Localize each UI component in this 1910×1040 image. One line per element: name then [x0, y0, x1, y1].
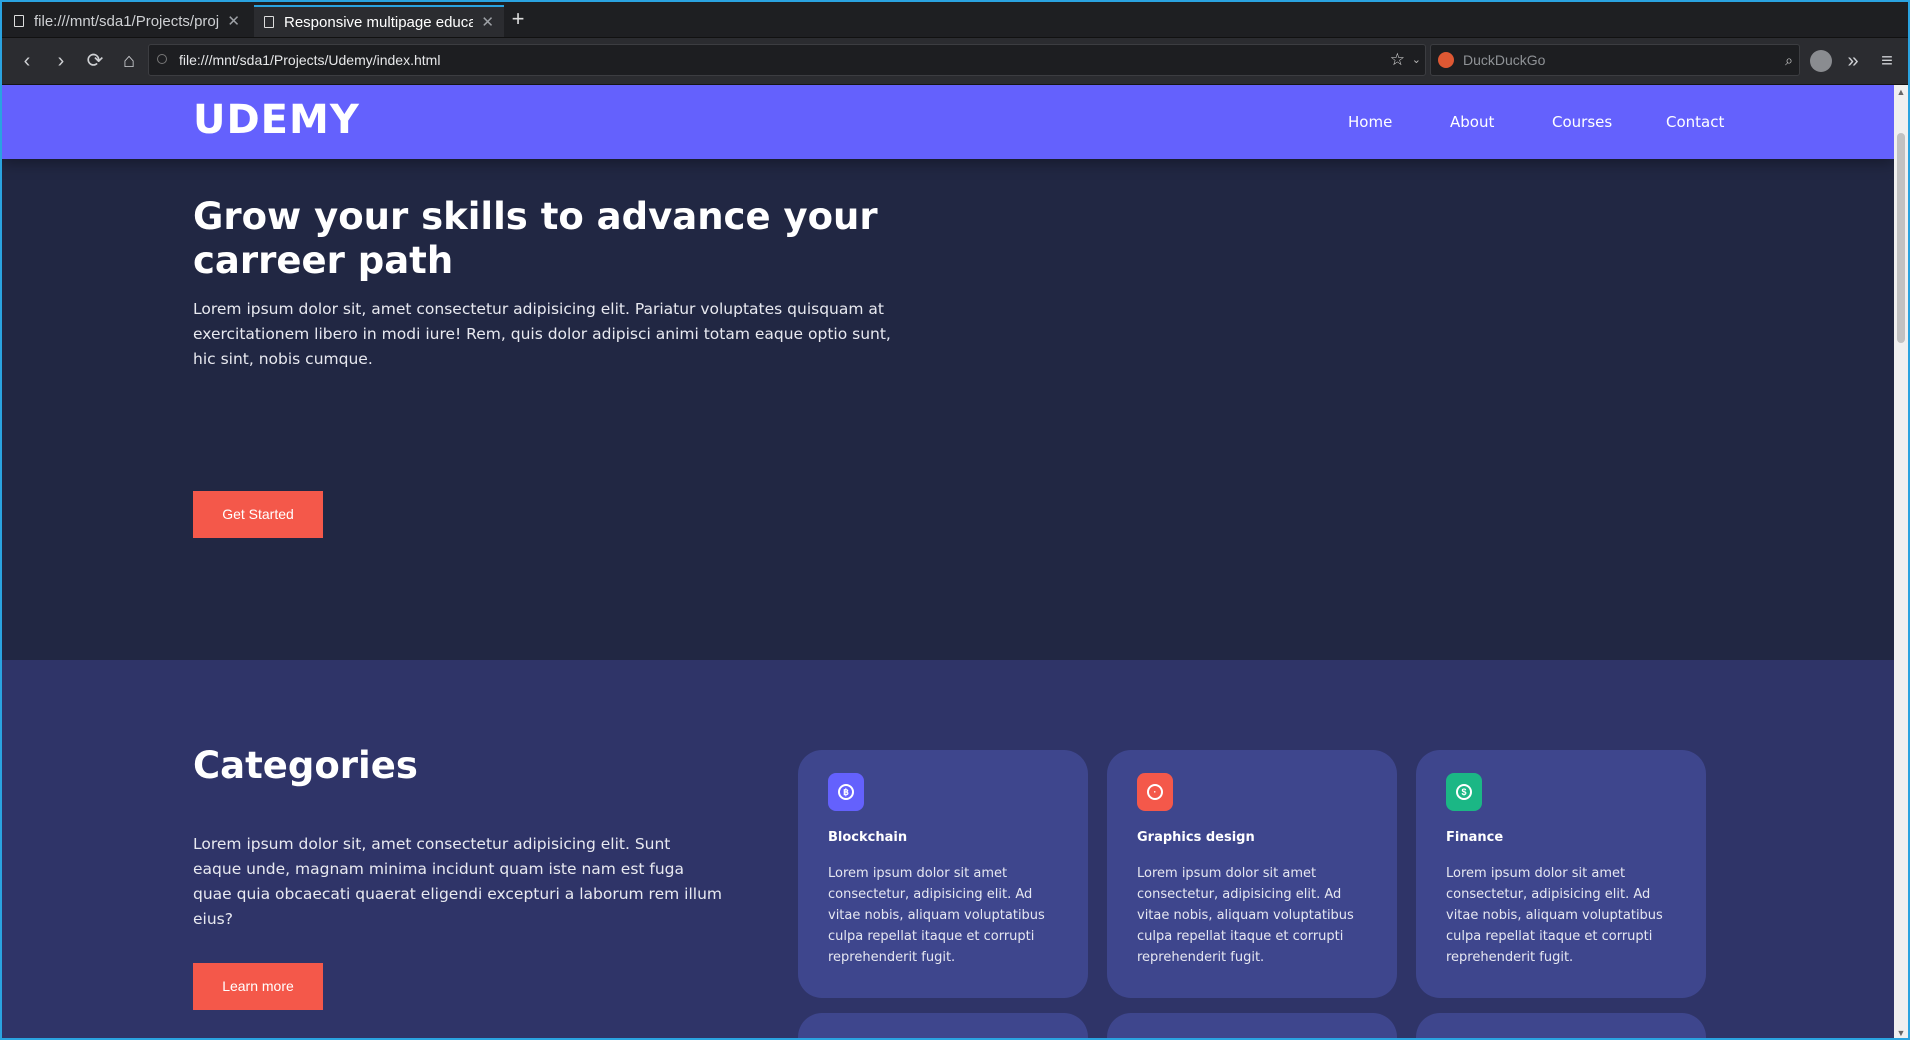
nav-courses[interactable]: Courses: [1552, 113, 1612, 131]
card-text: Lorem ipsum dolor sit amet consectetur, …: [1137, 866, 1354, 965]
scroll-up-icon[interactable]: ▲: [1894, 85, 1908, 99]
home-icon[interactable]: ⌂: [114, 46, 144, 76]
card-title: Finance: [1446, 830, 1504, 845]
dollar-icon: $: [1446, 773, 1482, 811]
duckduckgo-icon: [1438, 52, 1454, 68]
nav-contact[interactable]: Contact: [1666, 113, 1724, 131]
url-bar[interactable]: file:///mnt/sda1/Projects/Udemy/index.ht…: [148, 44, 1426, 76]
url-text[interactable]: file:///mnt/sda1/Projects/Udemy/index.ht…: [179, 45, 440, 75]
category-card-finance[interactable]: $ Finance Lorem ipsum dolor sit amet con…: [1416, 750, 1706, 998]
reload-icon[interactable]: ⟳: [80, 46, 110, 76]
card-title: Graphics design: [1137, 830, 1255, 845]
categories-text: Lorem ipsum dolor sit, amet consectetur …: [193, 835, 722, 928]
tab-strip: file:///mnt/sda1/Projects/proj/... ✕ Res…: [2, 2, 1908, 38]
close-icon[interactable]: ✕: [227, 12, 240, 30]
search-placeholder[interactable]: DuckDuckGo: [1463, 45, 1545, 75]
categories-section: Categories Lorem ipsum dolor sit, amet c…: [2, 660, 1894, 1038]
tab-label: file:///mnt/sda1/Projects/proj/...: [34, 12, 220, 30]
back-icon[interactable]: ‹: [12, 46, 42, 76]
scroll-thumb[interactable]: [1897, 133, 1905, 343]
new-tab-button[interactable]: +: [506, 5, 530, 35]
page-icon: [264, 16, 274, 28]
page-scrollbar[interactable]: ▲ ▼: [1894, 85, 1908, 1038]
overflow-chevron-icon[interactable]: »: [1838, 46, 1868, 76]
search-icon[interactable]: ⌕: [1785, 45, 1793, 75]
menu-icon[interactable]: ≡: [1872, 46, 1902, 76]
card-text: Lorem ipsum dolor sit amet consectetur, …: [828, 866, 1045, 965]
extension-icon[interactable]: [1810, 50, 1832, 72]
bookmark-star-icon[interactable]: ☆: [1390, 45, 1405, 75]
category-card-blockchain[interactable]: ฿ Blockchain Lorem ipsum dolor sit amet …: [798, 750, 1088, 998]
card-text: Lorem ipsum dolor sit amet consectetur, …: [1446, 866, 1663, 965]
scroll-down-icon[interactable]: ▼: [1894, 1026, 1908, 1038]
learn-more-button[interactable]: Learn more: [193, 963, 323, 1010]
tab-project[interactable]: file:///mnt/sda1/Projects/proj/... ✕: [4, 5, 250, 37]
navigation-toolbar: ‹ › ⟳ ⌂ file:///mnt/sda1/Projects/Udemy/…: [2, 38, 1908, 85]
card-title: Blockchain: [828, 830, 908, 845]
browser-window: file:///mnt/sda1/Projects/proj/... ✕ Res…: [0, 0, 1910, 1040]
hero-title: Grow your skills to advance your carreer…: [193, 195, 878, 282]
get-started-button[interactable]: Get Started: [193, 491, 323, 538]
category-card-partial[interactable]: [798, 1013, 1088, 1038]
page-icon: [14, 15, 24, 27]
page-viewport: UDEMY Home About Courses Contact Grow yo…: [2, 85, 1894, 1038]
nav-home[interactable]: Home: [1348, 113, 1392, 131]
category-card-partial[interactable]: [1107, 1013, 1397, 1038]
forward-icon[interactable]: ›: [46, 46, 76, 76]
close-icon[interactable]: ✕: [481, 13, 494, 31]
category-card-graphics[interactable]: · Graphics design Lorem ipsum dolor sit …: [1107, 750, 1397, 998]
bitcoin-icon: ฿: [828, 773, 864, 811]
hero-section: Grow your skills to advance your carreer…: [2, 159, 1894, 660]
site-info-icon[interactable]: [157, 54, 167, 64]
categories-title: Categories: [193, 744, 418, 787]
search-bar[interactable]: DuckDuckGo ⌕: [1430, 44, 1800, 76]
site-header: UDEMY Home About Courses Contact: [2, 85, 1894, 159]
chevron-down-icon[interactable]: ⌄: [1412, 45, 1421, 75]
hero-text: Lorem ipsum dolor sit, amet consectetur …: [193, 300, 891, 368]
tab-label: Responsive multipage educati...: [284, 13, 474, 31]
tab-active[interactable]: Responsive multipage educati... ✕: [254, 5, 504, 37]
nav-about[interactable]: About: [1450, 113, 1494, 131]
category-card-partial[interactable]: [1416, 1013, 1706, 1038]
site-logo[interactable]: UDEMY: [193, 97, 360, 143]
palette-icon: ·: [1137, 773, 1173, 811]
